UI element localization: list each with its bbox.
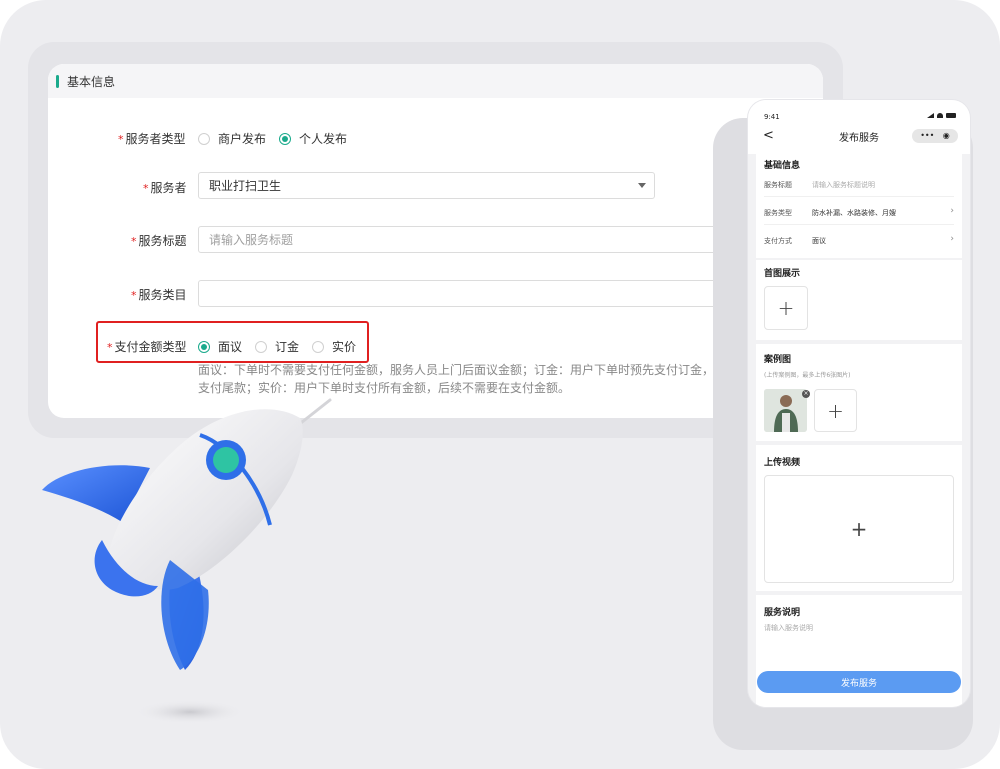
add-cover-button[interactable]: + [764, 286, 808, 330]
provider-label: * 服务者 [143, 181, 187, 195]
card-header: 基本信息 [48, 64, 823, 98]
phone-header: 9:41 < 发布服务 ••• ◉ [748, 100, 970, 154]
more-dots-icon[interactable]: ••• [920, 132, 934, 140]
section-accent-bar [56, 74, 59, 88]
publish-service-button[interactable]: 发布服务 [757, 671, 961, 693]
radio-label: 个人发布 [299, 132, 348, 146]
case-images-section: 案例图 (上传案例图，最多上传6张图片) × + [756, 344, 962, 441]
remove-image-icon[interactable]: × [802, 390, 810, 398]
rocket-shadow [135, 700, 245, 724]
section-title: 基本信息 [67, 74, 116, 89]
case-images-tip: (上传案例图，最多上传6张图片) [764, 372, 851, 379]
row-service-title[interactable]: 服务标题 请输入服务标题说明 [764, 170, 954, 197]
radio-dot-selected[interactable] [198, 340, 210, 353]
plus-icon: + [777, 296, 795, 320]
signal-icon [927, 113, 934, 118]
provider-select-value: 职业打扫卫生 [209, 179, 282, 193]
provider-type-radio-group: 商户发布 个人发布 [198, 130, 360, 147]
phone-frame: 9:41 < 发布服务 ••• ◉ 基础信息 服务标题 请输入服务标题说明 服务… [748, 100, 970, 707]
payment-type-radio-group: 面议 订金 实价 [198, 338, 369, 355]
add-case-image-button[interactable]: + [814, 389, 857, 432]
plus-icon: + [827, 398, 844, 423]
chevron-right-icon: › [950, 206, 954, 216]
radio-label: 商户发布 [218, 132, 267, 146]
row-payment-method[interactable]: 支付方式 面议 › [764, 226, 954, 253]
row-service-type[interactable]: 服务类型 防水补漏、水路装修、月嫂 › [764, 198, 954, 225]
basic-info-section: 基础信息 服务标题 请输入服务标题说明 服务类型 防水补漏、水路装修、月嫂 › … [756, 154, 962, 258]
chevron-down-icon [638, 183, 646, 188]
radio-negotiable[interactable]: 面议 [198, 338, 242, 355]
worker-photo-icon [764, 389, 807, 432]
video-section: 上传视频 + [756, 445, 962, 591]
radio-personal-publish[interactable]: 个人发布 [279, 130, 347, 147]
rocket-front-fin [161, 560, 209, 670]
status-time: 9:41 [764, 113, 780, 121]
service-desc-input[interactable]: 请输入服务说明 [764, 623, 813, 633]
payment-type-label: * 支付金额类型 [107, 340, 187, 354]
radio-merchant-publish[interactable]: 商户发布 [198, 130, 266, 147]
provider-select[interactable]: 职业打扫卫生 [198, 172, 655, 199]
upload-video-button[interactable]: + [764, 475, 954, 583]
required-mark: * [118, 133, 124, 146]
wifi-icon [937, 113, 943, 118]
case-image-thumbnail[interactable] [764, 389, 807, 432]
mini-program-capsule[interactable]: ••• ◉ [912, 129, 958, 143]
radio-deposit[interactable]: 订金 [255, 338, 299, 355]
radio-dot-selected[interactable] [279, 132, 292, 145]
rocket-window [213, 447, 239, 473]
status-icons [927, 113, 956, 118]
radio-dot[interactable] [255, 340, 268, 353]
cover-section: 首图展示 + [756, 260, 962, 340]
radio-dot[interactable] [198, 132, 210, 145]
radio-dot[interactable] [312, 340, 325, 353]
chevron-right-icon: › [950, 234, 954, 244]
service-category-input[interactable] [198, 280, 773, 307]
service-title-placeholder: 请输入服务标题 [209, 233, 294, 247]
provider-type-label: * 服务者类型 [118, 132, 186, 146]
radio-fixed-price[interactable]: 实价 [312, 338, 356, 355]
rocket-illustration [42, 398, 332, 724]
plus-icon: + [850, 517, 868, 541]
close-circle-icon[interactable]: ◉ [943, 132, 950, 140]
service-title-input[interactable]: 请输入服务标题 [198, 226, 773, 253]
stage: 基本信息 * 服务者类型 商户发布 个人发布 * 服务者 职业打扫卫生 * 服务标题 … [0, 0, 1000, 769]
service-category-label: * 服务类目 [131, 288, 187, 302]
battery-icon [946, 113, 956, 118]
service-title-label: * 服务标题 [131, 234, 187, 248]
